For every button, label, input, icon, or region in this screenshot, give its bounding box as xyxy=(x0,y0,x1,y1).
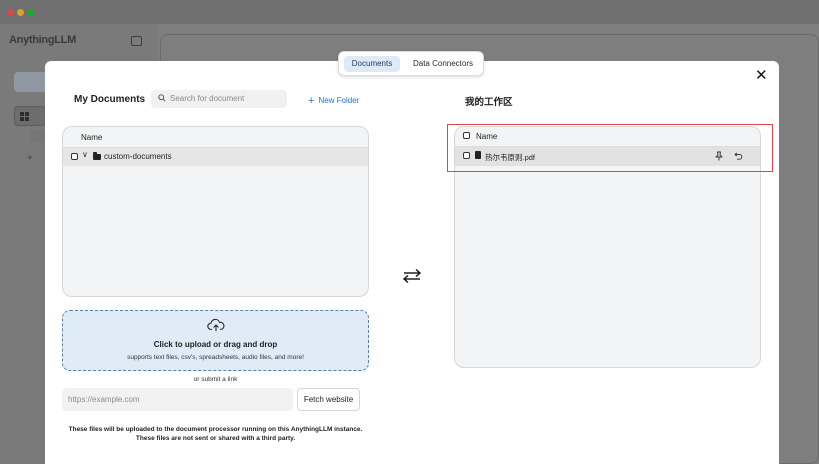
disclaimer-line-2: These files are not sent or shared with … xyxy=(135,435,296,442)
new-folder-label: New Folder xyxy=(318,96,360,105)
minimize-window-icon[interactable] xyxy=(17,9,24,16)
or-submit-link-label: or submit a link xyxy=(193,376,238,383)
chevron-down-icon[interactable]: ∨ xyxy=(82,150,88,159)
workspace-item[interactable] xyxy=(14,106,46,126)
folder-checkbox[interactable] xyxy=(71,153,78,160)
search-icon xyxy=(158,94,166,102)
tab-documents[interactable]: Documents xyxy=(344,56,400,72)
cloud-upload-icon xyxy=(207,318,225,332)
close-icon[interactable]: ✕ xyxy=(755,66,768,84)
grid-icon xyxy=(20,112,29,121)
column-header-name: Name xyxy=(476,132,498,141)
undo-icon[interactable] xyxy=(733,151,743,161)
workspace-documents-list: Name 热尔韦原则.pdf xyxy=(454,126,761,368)
pin-icon[interactable] xyxy=(714,151,724,161)
document-checkbox[interactable] xyxy=(463,152,470,159)
fetch-website-button[interactable]: Fetch website xyxy=(297,388,360,411)
close-window-icon[interactable] xyxy=(7,9,14,16)
disclaimer-line-1: These files will be uploaded to the docu… xyxy=(68,426,363,433)
workspace-title: 我的工作区 xyxy=(465,97,513,108)
url-input[interactable] xyxy=(62,388,293,411)
search-placeholder: Search for document xyxy=(170,94,245,103)
select-all-checkbox[interactable] xyxy=(463,132,470,139)
folder-name: custom-documents xyxy=(104,152,172,161)
plus-icon[interactable]: + xyxy=(27,153,33,164)
watermark: CSDN @霁非霁の迷惘 xyxy=(660,443,772,455)
window-titlebar xyxy=(0,0,819,24)
search-input[interactable]: Search for document xyxy=(151,90,287,108)
plus-icon: + xyxy=(308,95,315,107)
workspace-item-secondary[interactable] xyxy=(30,130,46,142)
column-header-name: Name xyxy=(81,133,103,142)
app-logo: AnythingLLM xyxy=(9,34,76,46)
folder-icon xyxy=(93,152,101,160)
swap-arrows-icon xyxy=(402,268,422,284)
my-documents-title: My Documents xyxy=(74,94,146,105)
new-folder-button[interactable]: + New Folder xyxy=(308,94,360,107)
upload-disclaimer: These files will be uploaded to the docu… xyxy=(62,425,369,443)
document-name: 热尔韦原则.pdf xyxy=(485,153,536,162)
file-icon xyxy=(475,151,481,159)
upload-title: Click to upload or drag and drop xyxy=(153,340,278,349)
new-workspace-button[interactable] xyxy=(14,72,48,92)
upload-dropzone[interactable]: Click to upload or drag and drop support… xyxy=(62,310,369,371)
tab-data-connectors[interactable]: Data Connectors xyxy=(407,56,479,72)
sidebar-toggle-icon[interactable] xyxy=(131,36,142,46)
modal-tabbar: Documents Data Connectors xyxy=(338,51,484,76)
maximize-window-icon[interactable] xyxy=(27,9,34,16)
document-row[interactable]: 热尔韦原则.pdf xyxy=(455,147,760,166)
folder-row[interactable]: ∨ custom-documents xyxy=(63,148,368,166)
document-manager-modal: ✕ My Documents Search for document + New … xyxy=(45,61,779,464)
my-documents-list: Name ∨ custom-documents xyxy=(62,126,369,297)
upload-subtitle: supports text files, csv's, spreadsheets… xyxy=(127,354,304,361)
